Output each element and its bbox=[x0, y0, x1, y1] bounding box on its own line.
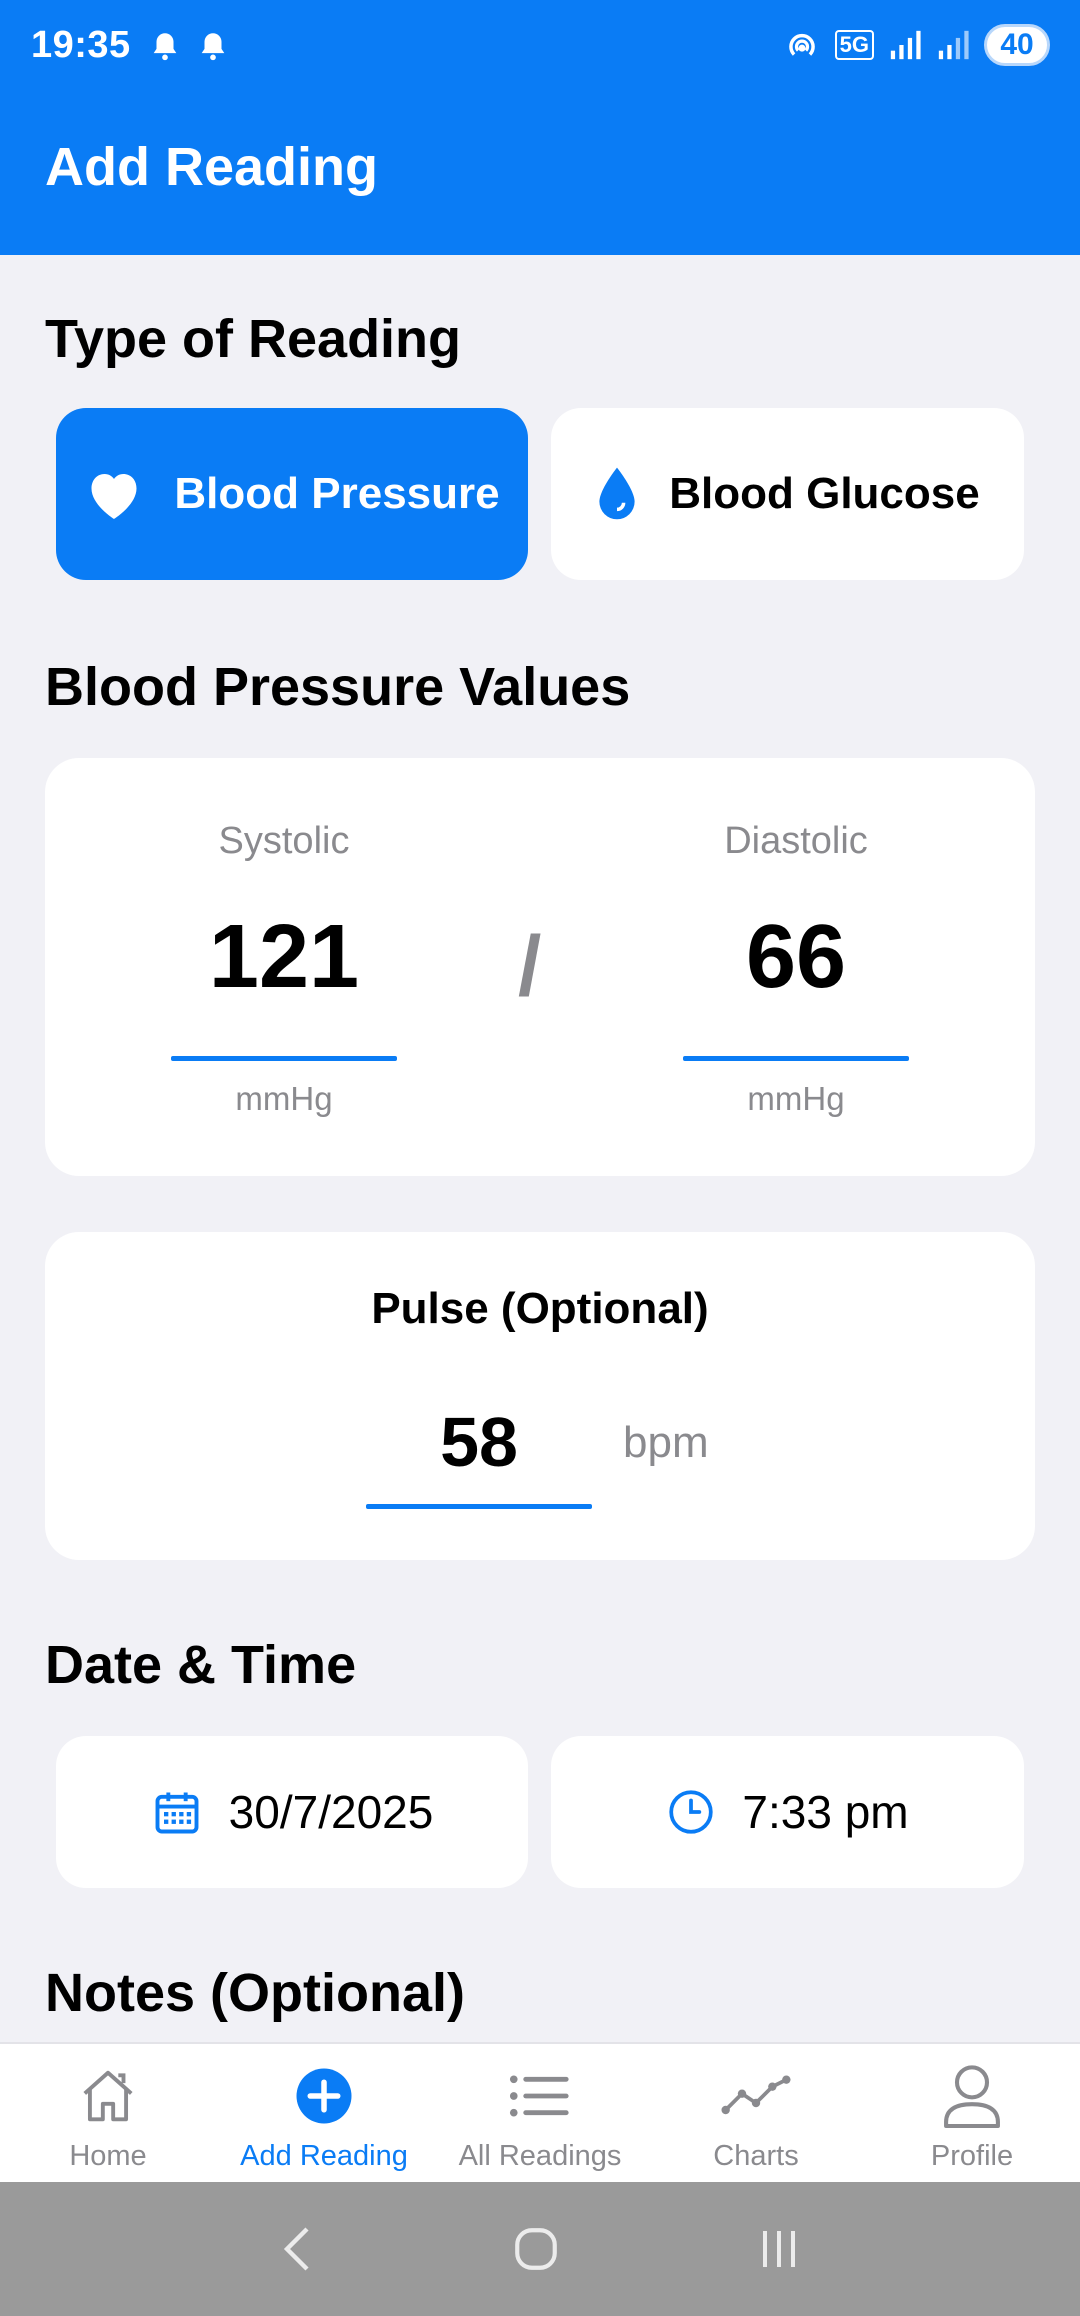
bottom-nav: Home Add Reading All Readings Charts Pro… bbox=[0, 2042, 1080, 2182]
clock-icon bbox=[669, 1790, 714, 1834]
status-bar: 19:35 5G 40 bbox=[0, 0, 1080, 96]
nav-profile[interactable]: Profile bbox=[864, 2044, 1080, 2184]
nav-all-readings-label: All Readings bbox=[458, 2140, 622, 2172]
back-icon[interactable] bbox=[277, 2223, 317, 2275]
bp-values-card: Systolic 121 mmHg / Diastolic 66 mmHg bbox=[45, 758, 1035, 1176]
person-icon bbox=[944, 2065, 1000, 2129]
pulse-unit: bpm bbox=[623, 1418, 709, 1467]
blood-pressure-toggle[interactable]: Blood Pressure bbox=[56, 408, 528, 580]
systolic-unit: mmHg bbox=[235, 1080, 333, 1117]
recent-apps-icon[interactable] bbox=[755, 2225, 803, 2273]
home-button-icon[interactable] bbox=[511, 2224, 561, 2274]
nav-add-reading[interactable]: Add Reading bbox=[216, 2044, 432, 2184]
nav-profile-label: Profile bbox=[930, 2140, 1014, 2172]
systolic-underline bbox=[171, 1056, 397, 1061]
nav-all-readings[interactable]: All Readings bbox=[432, 2044, 648, 2184]
signal-icon bbox=[890, 30, 921, 60]
alarm-bell-icon bbox=[153, 33, 177, 61]
hotspot-icon bbox=[788, 34, 815, 56]
nav-home-label: Home bbox=[69, 2140, 147, 2172]
drop-icon bbox=[599, 467, 635, 520]
type-section-title: Type of Reading bbox=[45, 309, 462, 369]
nav-charts[interactable]: Charts bbox=[648, 2044, 864, 2184]
date-value: 30/7/2025 bbox=[228, 1786, 434, 1838]
heart-icon bbox=[91, 474, 137, 519]
calendar-icon bbox=[155, 1792, 199, 1834]
datetime-section-title: Date & Time bbox=[45, 1635, 357, 1695]
diastolic-label: Diastolic bbox=[724, 820, 868, 862]
time-value: 7:33 pm bbox=[742, 1786, 909, 1838]
time-picker-button[interactable]: 7:33 pm bbox=[551, 1736, 1024, 1888]
home-icon bbox=[83, 2070, 133, 2122]
pulse-card: Pulse (Optional) 58 bpm bbox=[45, 1232, 1035, 1560]
blood-glucose-toggle[interactable]: Blood Glucose bbox=[551, 408, 1024, 580]
list-icon bbox=[509, 2075, 569, 2117]
systolic-label: Systolic bbox=[218, 820, 350, 862]
blood-pressure-label: Blood Pressure bbox=[174, 469, 500, 518]
app-bar: 19:35 5G 40 Add Reading bbox=[0, 0, 1080, 255]
systolic-input[interactable]: 121 bbox=[171, 906, 397, 1009]
network-type: 5G bbox=[834, 30, 874, 60]
pulse-underline bbox=[366, 1504, 592, 1509]
nav-add-reading-label: Add Reading bbox=[240, 2140, 408, 2172]
pulse-input[interactable]: 58 bbox=[366, 1402, 592, 1482]
plus-circle-icon bbox=[296, 2068, 352, 2124]
page-title: Add Reading bbox=[45, 137, 378, 197]
battery-indicator: 40 bbox=[984, 24, 1050, 66]
date-picker-button[interactable]: 30/7/2025 bbox=[56, 1736, 528, 1888]
status-time: 19:35 bbox=[31, 24, 131, 66]
blood-glucose-label: Blood Glucose bbox=[669, 469, 980, 518]
bp-separator: / bbox=[518, 919, 542, 1013]
chart-line-icon bbox=[721, 2075, 791, 2115]
status-right: 5G 40 bbox=[783, 24, 1050, 66]
alarm-bell-icon bbox=[201, 33, 225, 61]
alarm-icons bbox=[148, 28, 230, 64]
system-nav-bar bbox=[0, 2182, 1080, 2316]
diastolic-input[interactable]: 66 bbox=[683, 906, 909, 1009]
pulse-title: Pulse (Optional) bbox=[371, 1284, 709, 1333]
diastolic-underline bbox=[683, 1056, 909, 1061]
notes-section-title: Notes (Optional) bbox=[45, 1963, 465, 2023]
nav-home[interactable]: Home bbox=[0, 2044, 216, 2184]
diastolic-unit: mmHg bbox=[747, 1080, 845, 1117]
signal-icon-2 bbox=[938, 30, 969, 60]
nav-charts-label: Charts bbox=[713, 2140, 799, 2172]
bp-section-title: Blood Pressure Values bbox=[45, 657, 631, 717]
